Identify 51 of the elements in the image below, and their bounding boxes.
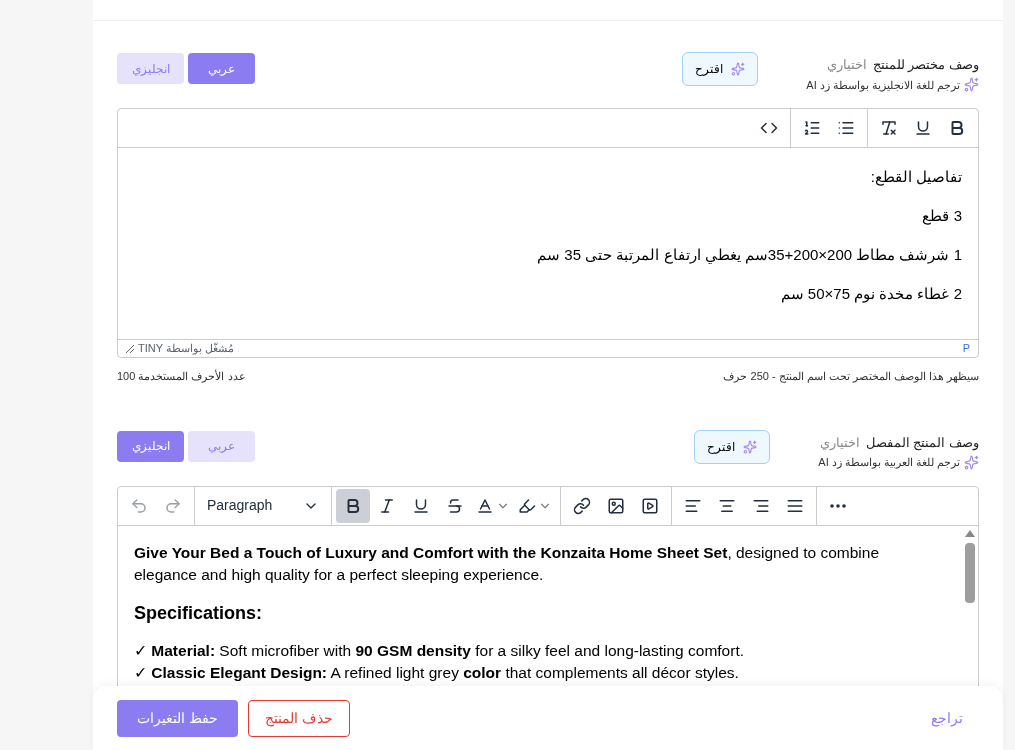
language-tab[interactable]: انجليزي (117, 53, 184, 84)
hint-text: سيظهر هذا الوصف المختصر تحت اسم المنتج - 250 حرف (723, 369, 979, 385)
sparkles-icon (731, 62, 746, 76)
element-path[interactable]: P (962, 340, 970, 357)
more-icon (830, 503, 846, 508)
delete-button[interactable]: حذف المنتج (247, 699, 350, 737)
undo-link[interactable]: تراجع (915, 699, 979, 737)
redo-icon (164, 496, 182, 515)
content-heading: Specifications: (134, 601, 264, 624)
format-dropdown[interactable]: Paragraph (199, 488, 327, 523)
bold-button[interactable] (336, 488, 370, 523)
text-color-icon (476, 496, 494, 515)
language-tab[interactable]: عربي (188, 53, 255, 84)
numbered-list-icon (803, 119, 821, 137)
content-paragraph: Give Your Bed a Touch of Luxury and Comfort with the Konzaita Home Sheet Set, designed to combine elegance and high quality for a perfect sleeping experience. (134, 542, 881, 585)
undo-icon (130, 496, 148, 515)
language-tab[interactable]: عربي (188, 430, 255, 462)
content-line: ✓ Material: Soft microfiber with 90 GSM density for a silky feel and long-lasting comfort. (134, 640, 745, 661)
sparkles-icon (964, 454, 979, 470)
scroll-up-icon[interactable] (965, 529, 975, 537)
underline-icon (914, 119, 932, 137)
clear-format-icon (880, 119, 898, 137)
link-icon (573, 496, 591, 515)
italic-icon (378, 496, 396, 515)
content-paragraph: تفاصيل القطع: (869, 167, 962, 188)
suggest-button[interactable]: اقترح (682, 52, 759, 86)
content-paragraph: 3 قطع (921, 206, 962, 227)
translate-link[interactable]: ترجم للغة الانجليزية بواسطة زد AI (806, 76, 960, 93)
suggest-button[interactable]: اقترح (694, 429, 771, 464)
content-line: ✓ Classic Elegant Design: A refined light grey color that complements all décor styles. (134, 662, 740, 683)
character-count: عدد الأحرف المستخدمة 100 (117, 368, 246, 385)
play-icon (641, 496, 659, 515)
save-button[interactable]: حفظ التغيرات (117, 699, 238, 737)
scrollbar-thumb[interactable] (965, 542, 975, 603)
branding-text: مُشغّل بواسطة TINY (138, 341, 235, 357)
content-paragraph: 1 شرشف مطاط 200×200+35سم يغطي ارتفاع المرتبة حتى 35 سم (536, 245, 962, 266)
strikethrough-icon (446, 496, 464, 515)
language-tab[interactable]: انجليزي (117, 430, 184, 462)
sparkles-icon (743, 439, 758, 454)
sparkles-icon (964, 77, 979, 93)
translate-link[interactable]: ترجم للغة العربية بواسطة زد AI (818, 454, 960, 471)
highlighter-icon (518, 496, 536, 515)
optional-label: اختياري (826, 56, 867, 74)
field-label: وصف المنتج المفصل (865, 433, 979, 452)
image-icon (607, 496, 625, 515)
optional-label: اختياري (819, 433, 860, 452)
underline-icon (412, 496, 430, 515)
bullet-list-icon (837, 119, 855, 137)
content-paragraph: 2 غطاء مخدة نوم 75×50 سم (779, 284, 962, 305)
field-label: وصف مختصر للمنتج (872, 56, 979, 75)
resize-handle-icon[interactable] (126, 344, 134, 353)
